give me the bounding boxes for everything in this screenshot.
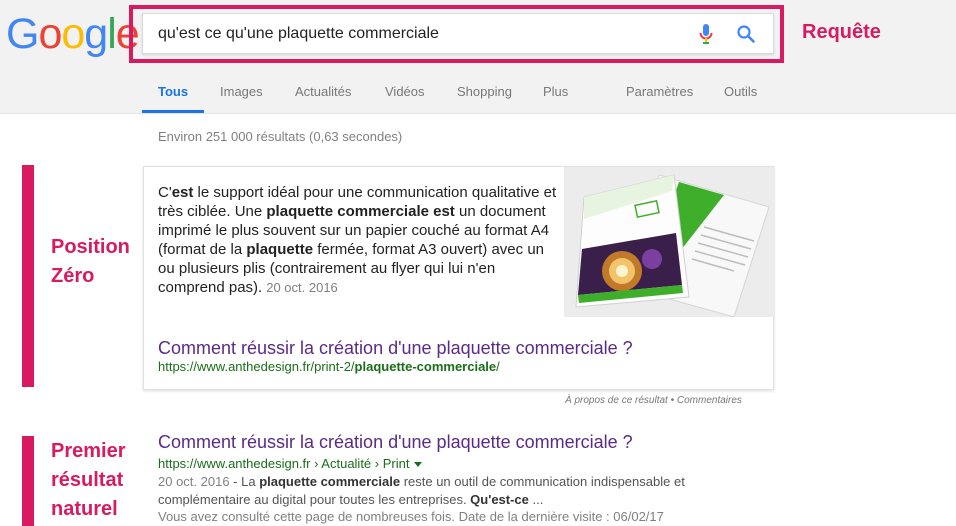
logo-letter: G <box>6 10 39 58</box>
annotation-line: Premier <box>51 440 126 462</box>
snippet-segment: est <box>171 184 194 201</box>
about-this-result[interactable]: À propos de ce résultat • Commentaires <box>565 395 742 406</box>
tab-actualites[interactable]: Actualités <box>295 84 351 99</box>
organic-result-title[interactable]: Comment réussir la création d'une plaque… <box>158 432 633 453</box>
annotation-line: naturel <box>51 498 118 520</box>
description-segment: plaquette commerciale <box>259 474 401 489</box>
search-icon[interactable] <box>736 24 756 44</box>
brochure-image[interactable] <box>564 167 775 317</box>
description-segment: ... <box>528 492 544 507</box>
tab-videos[interactable]: Vidéos <box>385 84 425 99</box>
organic-result-breadcrumb[interactable]: https://www.anthedesign.fr › Actualité ›… <box>158 456 423 471</box>
logo-letter: o <box>61 10 85 58</box>
logo-letter: g <box>84 10 108 58</box>
featured-snippet: C'est le support idéal pour une communic… <box>143 166 775 390</box>
annotation-line: résultat <box>51 469 124 491</box>
annotation-requete: Requête <box>802 21 881 43</box>
brochure-illustration <box>564 167 775 317</box>
natural-result-marker <box>22 436 34 526</box>
google-logo[interactable]: Google <box>6 10 140 59</box>
dropdown-arrow-icon[interactable] <box>414 462 423 468</box>
snippet-segment: C' <box>158 184 172 201</box>
tab-tous[interactable]: Tous <box>158 84 188 99</box>
description-segment: - La <box>229 474 260 489</box>
organic-result-description: 20 oct. 2016 - La plaquette commerciale … <box>158 473 718 509</box>
url-bold-part: plaquette-commerciale <box>354 359 497 374</box>
microphone-icon[interactable] <box>698 23 714 45</box>
snippet-segment: plaquette commerciale <box>266 203 429 220</box>
annotation-position-zero: Position Zéro <box>51 233 130 291</box>
snippet-segment: plaquette <box>246 241 314 258</box>
annotation-line: Position <box>51 236 130 258</box>
logo-letter: o <box>38 10 62 58</box>
featured-result-url[interactable]: https://www.anthedesign.fr/print-2/plaqu… <box>158 359 500 374</box>
logo-letter: l <box>107 10 117 58</box>
breadcrumb-text: https://www.anthedesign.fr › Actualité ›… <box>158 456 410 471</box>
annotation-premier-resultat: Premier résultat naturel <box>51 437 126 524</box>
snippet-segment: est <box>433 203 455 220</box>
search-tabs: Tous Images Actualités Vidéos Shopping P… <box>0 84 956 114</box>
search-input[interactable]: qu'est ce qu'une plaquette commerciale <box>158 25 439 43</box>
snippet-text: C'est le support idéal pour une communic… <box>158 183 558 297</box>
url-prefix: https://www.anthedesign.fr/print-2/ <box>158 359 355 374</box>
search-box[interactable]: qu'est ce qu'une plaquette commerciale <box>142 13 774 54</box>
visited-notice: Vous avez consulté cette page de nombreu… <box>158 509 664 524</box>
result-stats: Environ 251 000 résultats (0,63 secondes… <box>158 129 403 144</box>
tab-plus[interactable]: Plus <box>543 84 568 99</box>
annotation-line: Zéro <box>51 265 95 287</box>
organic-date: 20 oct. 2016 <box>158 474 230 489</box>
featured-result-title[interactable]: Comment réussir la création d'une plaque… <box>158 338 633 359</box>
position-zero-marker <box>22 165 34 387</box>
description-segment: Qu'est-ce <box>470 492 529 507</box>
tab-images[interactable]: Images <box>220 84 263 99</box>
tab-outils[interactable]: Outils <box>724 84 757 99</box>
url-suffix: / <box>496 359 500 374</box>
tab-parametres[interactable]: Paramètres <box>626 84 693 99</box>
active-tab-indicator <box>142 110 204 113</box>
tab-shopping[interactable]: Shopping <box>457 84 512 99</box>
snippet-date: 20 oct. 2016 <box>266 280 338 295</box>
